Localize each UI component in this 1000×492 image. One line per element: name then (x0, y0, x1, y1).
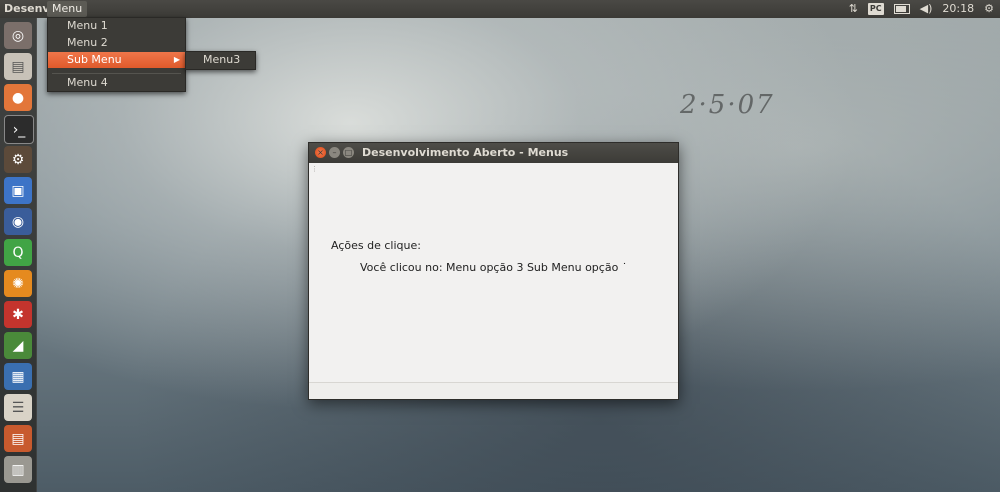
menu-item-label: Menu 2 (67, 36, 108, 49)
top-panel: Desenv Menu ⇅ PC ◀) 20:18 ⚙ (0, 0, 1000, 18)
window-titlebar[interactable]: × – □ Desenvolvimento Aberto - Menus (309, 143, 678, 163)
battery-icon[interactable] (893, 4, 910, 14)
app-icon[interactable]: ☰ (4, 394, 32, 421)
sdk-icon[interactable]: ▣ (4, 177, 32, 204)
clock[interactable]: 20:18 (942, 1, 974, 17)
files-icon[interactable]: ▤ (4, 53, 32, 80)
submenu-item-menu3[interactable]: Menu3 (186, 52, 255, 68)
window-title: Desenvolvimento Aberto - Menus (362, 146, 569, 159)
wallpaper-handwriting: 2·5·07 (680, 90, 775, 120)
window-content: ⋮ Ações de clique: Você clicou no: Menu … (309, 163, 678, 399)
result-label: Você clicou no: Menu opção 3 Sub Menu op… (360, 261, 628, 274)
menu-item-1[interactable]: Menu 1 (48, 18, 185, 34)
eclipse-icon[interactable]: ◉ (4, 208, 32, 235)
maximize-icon[interactable]: □ (343, 147, 354, 158)
settings-icon[interactable]: ⚙ (984, 1, 994, 17)
ubuntu-dash-icon[interactable]: ◎ (4, 22, 32, 49)
app-name: Desenv (4, 2, 50, 15)
network-icon[interactable]: ✱ (4, 301, 32, 328)
menubar-grip-icon: ⋮ (311, 165, 318, 173)
indicator-area: ⇅ PC ◀) 20:18 ⚙ (849, 1, 994, 17)
menu-item-label: Menu3 (203, 53, 241, 66)
menu-item-label: Menu 4 (67, 76, 108, 89)
minimize-icon[interactable]: – (329, 147, 340, 158)
system-settings-icon[interactable]: ✺ (4, 270, 32, 297)
network-icon[interactable]: ⇅ (849, 1, 858, 17)
close-icon[interactable]: × (315, 147, 326, 158)
submenu: Menu3 (185, 51, 256, 70)
menu-separator (52, 73, 181, 74)
volume-icon[interactable]: ◀) (920, 1, 933, 17)
menu-item-2[interactable]: Menu 2 (48, 35, 185, 51)
menu-item-label: Menu 1 (67, 19, 108, 32)
menu-item-label: Sub Menu (67, 53, 122, 66)
dropdown-menu: Menu 1 Menu 2 Sub Menu ▶ Menu 4 (47, 17, 186, 92)
qt-creator-icon[interactable]: Q (4, 239, 32, 266)
actions-label: Ações de clique: (331, 239, 421, 252)
app-icon[interactable]: ▤ (4, 425, 32, 452)
terminal-icon[interactable]: ›_ (4, 115, 34, 144)
menu-button[interactable]: Menu (47, 1, 88, 17)
app-window: × – □ Desenvolvimento Aberto - Menus ⋮ A… (308, 142, 679, 400)
keyboard-layout-indicator[interactable]: PC (867, 3, 884, 15)
app-icon[interactable]: ▦ (4, 363, 32, 390)
menu-item-submenu[interactable]: Sub Menu ▶ (48, 52, 185, 68)
menu-item-4[interactable]: Menu 4 (48, 75, 185, 91)
submenu-arrow-icon: ▶ (173, 55, 180, 64)
trash-icon[interactable]: ▥ (4, 456, 32, 483)
firefox-icon[interactable]: ● (4, 84, 32, 111)
status-bar (309, 382, 678, 399)
launcher: ◎ ▤ ● ›_ ⚙ ▣ ◉ Q ✺ ✱ ◢ ▦ ☰ ▤ ▥ (0, 18, 37, 492)
spreadsheet-icon[interactable]: ◢ (4, 332, 32, 359)
settings-gear-icon[interactable]: ⚙ (4, 146, 32, 173)
